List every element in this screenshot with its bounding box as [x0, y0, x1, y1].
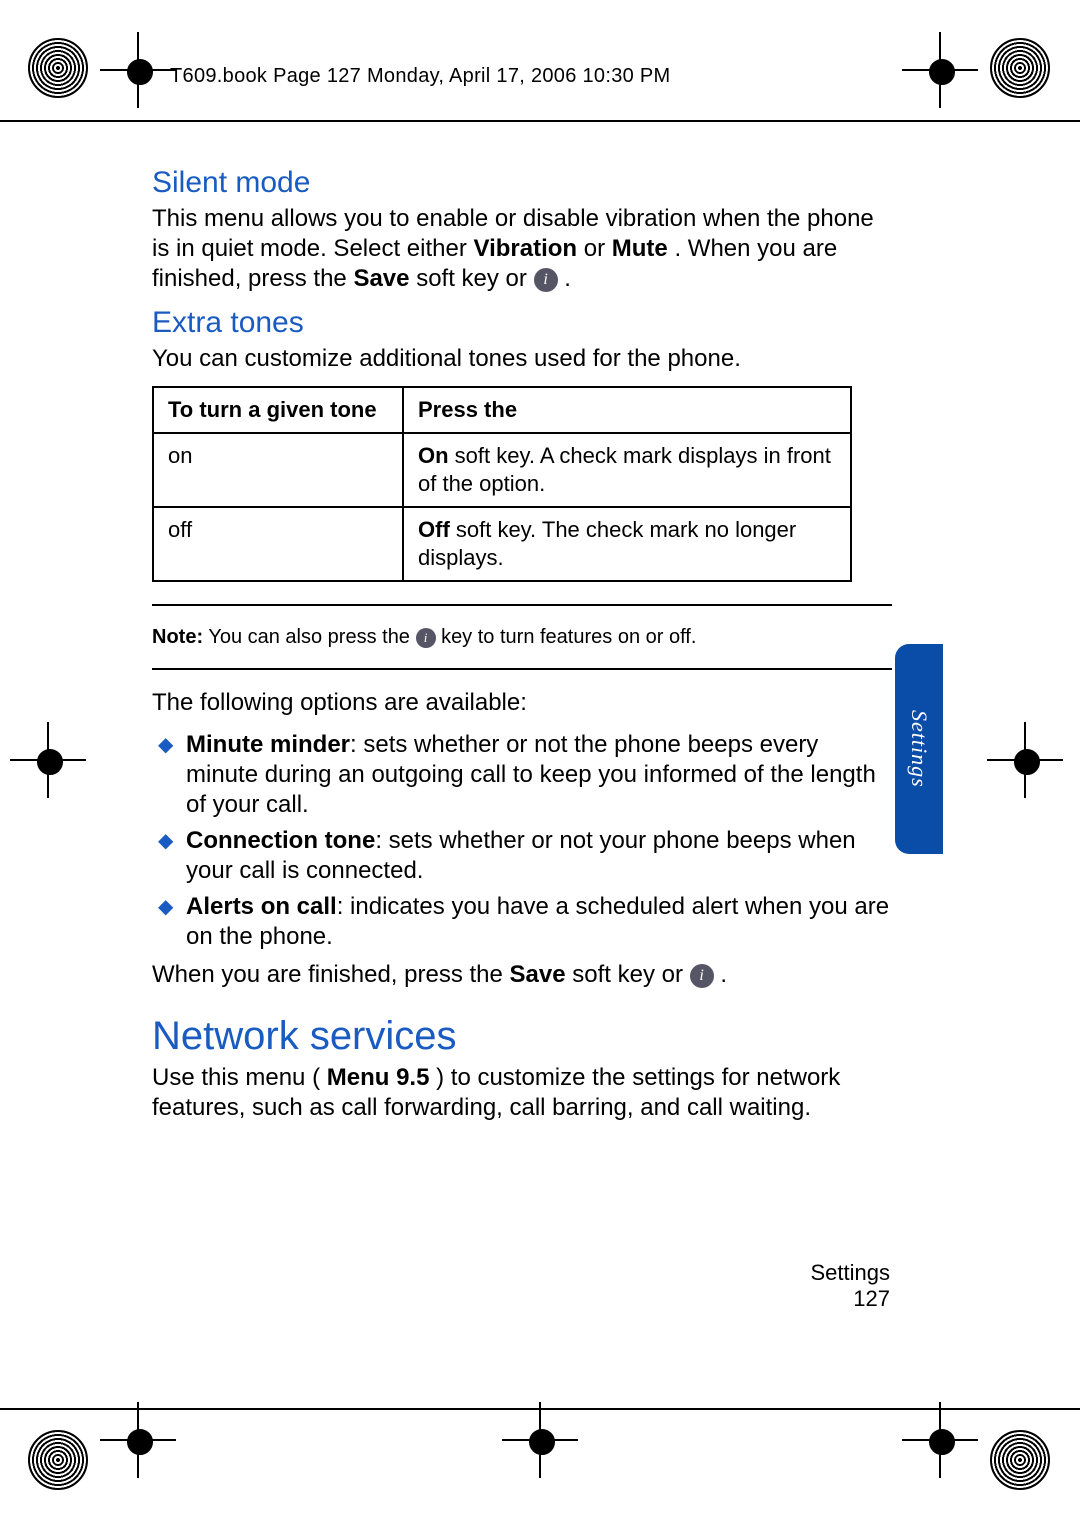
heading-silent-mode: Silent mode	[152, 166, 892, 200]
footer-section-name: Settings	[0, 1260, 890, 1286]
table-row: on On soft key. A check mark displays in…	[153, 433, 851, 507]
table-header: To turn a given tone	[153, 387, 403, 433]
extra-tones-intro: You can customize additional tones used …	[152, 344, 892, 374]
crosshair-icon	[118, 50, 158, 90]
options-list: Minute minder: sets whether or not the p…	[152, 730, 892, 952]
registration-mark-icon	[28, 1430, 88, 1490]
network-services-paragraph: Use this menu ( Menu 9.5 ) to customize …	[152, 1063, 892, 1123]
section-tab: Settings	[895, 644, 943, 854]
heading-network-services: Network services	[152, 1014, 892, 1059]
options-intro: The following options are available:	[152, 688, 892, 718]
table-header: Press the	[403, 387, 851, 433]
tones-table: To turn a given tone Press the on On sof…	[152, 386, 852, 582]
manual-page: T609.book Page 127 Monday, April 17, 200…	[0, 0, 1080, 1534]
heading-extra-tones: Extra tones	[152, 306, 892, 340]
table-row: off Off soft key. The check mark no long…	[153, 507, 851, 581]
crosshair-icon	[520, 1420, 560, 1460]
page-content: Silent mode This menu allows you to enab…	[152, 160, 892, 1135]
registration-mark-icon	[990, 1430, 1050, 1490]
divider	[152, 604, 892, 606]
ok-key-icon: i	[534, 268, 558, 292]
list-item: Connection tone: sets whether or not you…	[152, 826, 892, 886]
divider	[152, 668, 892, 670]
crosshair-icon	[118, 1420, 158, 1460]
list-item: Minute minder: sets whether or not the p…	[152, 730, 892, 820]
running-header: T609.book Page 127 Monday, April 17, 200…	[170, 65, 671, 88]
section-tab-label: Settings	[906, 710, 932, 788]
page-footer: Settings 127	[0, 1260, 1080, 1312]
crosshair-icon	[920, 1420, 960, 1460]
footer-page-number: 127	[0, 1286, 890, 1312]
registration-mark-icon	[990, 38, 1050, 98]
registration-mark-icon	[28, 38, 88, 98]
silent-mode-paragraph: This menu allows you to enable or disabl…	[152, 204, 892, 294]
ok-key-icon: i	[690, 964, 714, 988]
finish-paragraph: When you are finished, press the Save so…	[152, 960, 892, 990]
table-row: To turn a given tone Press the	[153, 387, 851, 433]
table-cell: On soft key. A check mark displays in fr…	[403, 433, 851, 507]
crosshair-icon	[1005, 740, 1045, 780]
list-item: Alerts on call: indicates you have a sch…	[152, 892, 892, 952]
table-cell: Off soft key. The check mark no longer d…	[403, 507, 851, 581]
ok-key-icon: i	[416, 628, 436, 648]
crosshair-icon	[28, 740, 68, 780]
crosshair-icon	[920, 50, 960, 90]
note-paragraph: Note: You can also press the i key to tu…	[152, 624, 892, 650]
table-cell: on	[153, 433, 403, 507]
table-cell: off	[153, 507, 403, 581]
